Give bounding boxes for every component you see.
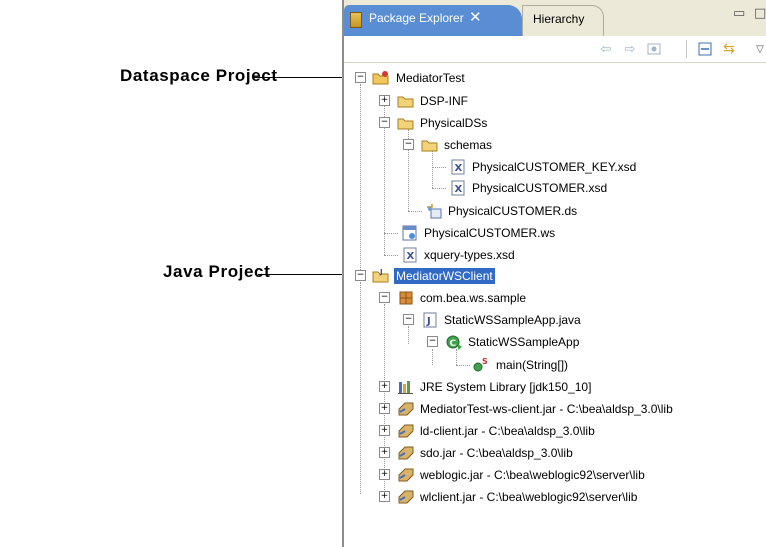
svg-text:J: J [426, 316, 431, 327]
tree-guide [408, 211, 422, 212]
minimize-icon[interactable]: ▭ [733, 6, 745, 21]
tree-guide [456, 365, 470, 366]
tree-item-physicalcustomer-key-xsd[interactable]: PhysicalCUSTOMER_KEY.xsd [470, 159, 638, 175]
dataspace-callout-line [253, 77, 353, 78]
svg-text:J: J [379, 268, 383, 276]
expand-toggle[interactable]: + [379, 469, 390, 480]
expand-toggle[interactable]: + [379, 95, 390, 106]
tree-item-jar-weblogic[interactable]: weblogic.jar - C:\bea\weblogic92\server\… [418, 467, 647, 483]
data-service-icon [427, 204, 442, 219]
expand-toggle[interactable]: + [379, 425, 390, 436]
tree-item-mediatortest[interactable]: MediatorTest [394, 70, 467, 86]
tree-guide [456, 349, 457, 365]
package-explorer-icon [350, 12, 362, 28]
folder-open-icon [421, 140, 438, 152]
tree-item-mediatorwsclient[interactable]: MediatorWSClient [394, 268, 495, 284]
tree-item-staticwssampleapp-class[interactable]: StaticWSSampleApp [466, 334, 581, 350]
link-with-editor-icon[interactable]: ⇆ [721, 41, 737, 57]
tree-guide [384, 304, 385, 494]
toolbar-separator [686, 40, 687, 58]
tree-item-physicalcustomer-ws[interactable]: PhysicalCUSTOMER.ws [422, 225, 557, 241]
expand-toggle[interactable]: + [379, 381, 390, 392]
svg-text:X: X [455, 163, 463, 174]
tree-guide [432, 188, 446, 189]
collapse-toggle[interactable]: − [355, 72, 366, 83]
tab-package-explorer[interactable]: Package Explorer ✕ [344, 5, 522, 36]
svg-text:X: X [455, 184, 463, 195]
tree-item-schemas[interactable]: schemas [442, 137, 494, 153]
java-project-callout: Java Project [163, 262, 271, 281]
xsd-file-icon: X [403, 247, 417, 263]
method-icon: S [473, 357, 488, 372]
tree-guide [360, 282, 361, 494]
tree-item-physicaldss[interactable]: PhysicalDSs [418, 115, 489, 131]
tree-guide [432, 150, 433, 188]
go-up-icon[interactable] [646, 41, 662, 57]
dataspace-project-folder-icon [372, 71, 389, 85]
tree-item-jar-sdo[interactable]: sdo.jar - C:\bea\aldsp_3.0\lib [418, 445, 575, 461]
tree-item-com-bea-ws-sample[interactable]: com.bea.ws.sample [418, 290, 528, 306]
jar-icon [398, 490, 414, 504]
tree-guide [384, 233, 398, 234]
forward-arrow-icon[interactable]: ⇨ [622, 41, 638, 57]
maximize-icon[interactable]: □ [754, 6, 766, 21]
tree-guide [432, 349, 433, 365]
jar-icon [398, 468, 414, 482]
collapse-toggle[interactable]: − [403, 139, 414, 150]
tab-package-explorer-label: Package Explorer [369, 11, 464, 25]
tree-item-jar-ld-client[interactable]: ld-client.jar - C:\bea\aldsp_3.0\lib [418, 423, 597, 439]
close-icon[interactable]: ✕ [469, 8, 482, 26]
svg-text:X: X [407, 251, 415, 262]
web-service-file-icon [402, 225, 417, 241]
jar-icon [398, 402, 414, 416]
java-project-folder-icon: J [372, 268, 389, 283]
tree-item-jar-wlclient[interactable]: wlclient.jar - C:\bea\weblogic92\server\… [418, 489, 639, 505]
collapse-toggle[interactable]: − [355, 270, 366, 281]
tree-item-staticwssampleapp-java[interactable]: StaticWSSampleApp.java [442, 312, 583, 328]
expand-toggle[interactable]: + [379, 403, 390, 414]
tree-item-jar-mediatortest-ws-client[interactable]: MediatorTest-ws-client.jar - C:\bea\alds… [418, 401, 675, 417]
svg-text:C: C [450, 339, 457, 349]
expand-toggle[interactable]: + [379, 491, 390, 502]
tree-guide [384, 255, 398, 256]
back-arrow-icon[interactable]: ⇦ [598, 41, 614, 57]
library-icon [398, 381, 413, 394]
collapse-toggle[interactable]: − [403, 314, 414, 325]
tree-item-main-method[interactable]: main(String[]) [494, 357, 570, 373]
collapse-toggle[interactable]: − [379, 117, 390, 128]
tree-item-jre-system-library[interactable]: JRE System Library [jdk150_10] [418, 379, 593, 395]
folder-icon [397, 96, 414, 108]
collapse-all-icon[interactable] [697, 41, 713, 57]
java-callout-line [258, 274, 353, 275]
java-file-icon: J [423, 312, 437, 328]
view-menu-icon[interactable]: ▽ [752, 41, 766, 57]
collapse-toggle[interactable]: − [427, 336, 438, 347]
jar-icon [398, 446, 414, 460]
tree-guide [360, 84, 361, 276]
view-border [342, 0, 344, 547]
tree-item-physicalcustomer-ds[interactable]: PhysicalCUSTOMER.ds [446, 203, 579, 219]
folder-open-icon [397, 118, 414, 130]
xsd-file-icon: X [451, 159, 465, 175]
tree-item-physicalcustomer-xsd[interactable]: PhysicalCUSTOMER.xsd [470, 180, 609, 196]
class-icon: C [446, 335, 462, 350]
tree-guide [408, 326, 409, 344]
jar-icon [398, 424, 414, 438]
dataspace-project-callout: Dataspace Project [120, 66, 278, 85]
package-icon [399, 291, 413, 305]
svg-text:S: S [482, 357, 488, 366]
xsd-file-icon: X [451, 180, 465, 196]
collapse-toggle[interactable]: − [379, 292, 390, 303]
tree-item-xquery-types-xsd[interactable]: xquery-types.xsd [422, 247, 517, 263]
expand-toggle[interactable]: + [379, 447, 390, 458]
tab-hierarchy-label: Hierarchy [533, 12, 585, 26]
tab-hierarchy[interactable]: Hierarchy [522, 5, 604, 36]
tree-item-dsp-inf[interactable]: DSP-INF [418, 93, 470, 109]
tree-guide [432, 167, 446, 168]
